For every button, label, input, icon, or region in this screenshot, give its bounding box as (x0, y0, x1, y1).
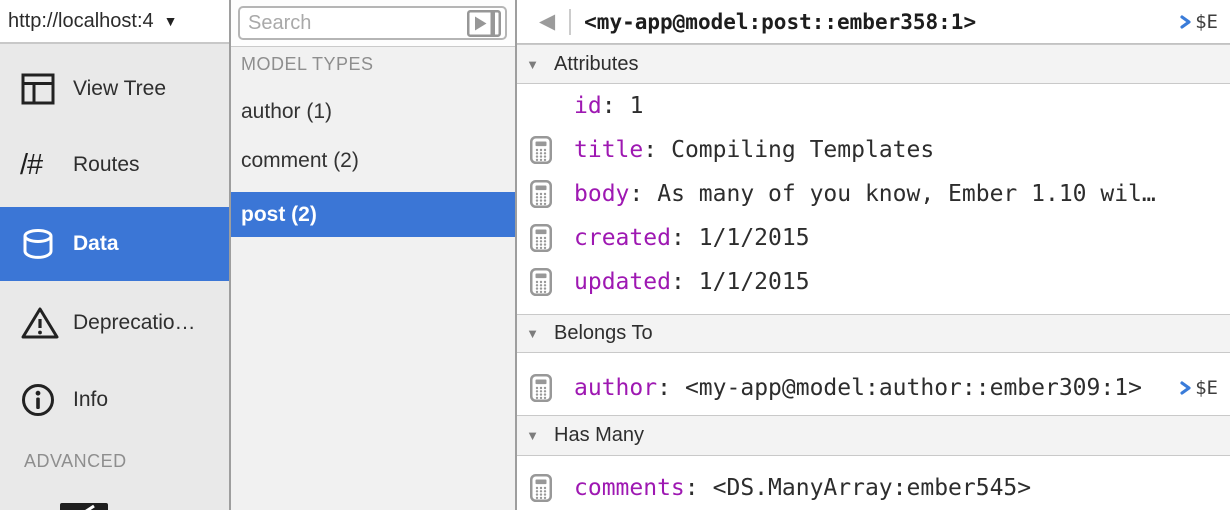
sidebar-item-data[interactable]: Data (0, 207, 229, 281)
model-types-panel: MODEL TYPES author (1) comment (2) post … (231, 0, 517, 510)
property-name: updated (574, 269, 671, 295)
calculator-icon (530, 374, 552, 402)
property-value: <DS.ManyArray:ember545> (713, 475, 1032, 501)
sidebar-item-label: Routes (73, 153, 140, 177)
section-header-attributes[interactable]: ▼ Attributes (517, 44, 1230, 84)
section-title: Has Many (554, 424, 644, 447)
calculator-icon (530, 474, 552, 502)
sidebar-item-view-tree[interactable]: View Tree (0, 52, 229, 126)
property-row-title[interactable]: title: Compiling Templates (517, 128, 1230, 172)
property-value: <my-app@model:author::ember309:1> (685, 375, 1142, 401)
model-types-header: MODEL TYPES (241, 54, 374, 75)
section-header-belongs-to[interactable]: ▼ Belongs To (517, 314, 1230, 353)
section-title: Belongs To (554, 322, 653, 345)
render-performance-icon[interactable] (60, 503, 108, 510)
property-value: Compiling Templates (671, 137, 934, 163)
separator: : (643, 137, 657, 163)
toolbar-divider (569, 9, 571, 35)
property-row-author[interactable]: author: <my-app@model:author::ember309:1>… (517, 366, 1230, 410)
sidebar-item-label: View Tree (73, 77, 166, 101)
collapse-triangle-icon[interactable]: ▼ (524, 428, 541, 443)
calculator-icon (530, 136, 552, 164)
property-value: As many of you know, Ember 1.10 wil… (657, 181, 1156, 207)
sidebar-item-info[interactable]: Info (0, 362, 229, 438)
search-input[interactable] (240, 12, 467, 35)
database-icon (20, 228, 60, 260)
property-value: 1/1/2015 (699, 225, 810, 251)
property-name: id (574, 93, 602, 119)
search-box (238, 6, 507, 40)
model-type-author[interactable]: author (1) (231, 90, 515, 134)
info-icon (20, 382, 60, 418)
sidebar-item-label: Info (73, 388, 108, 412)
send-to-console-button[interactable]: $E (1180, 377, 1218, 399)
property-value: 1/1/2015 (699, 269, 810, 295)
separator: : (657, 375, 671, 401)
context-url-dropdown[interactable]: http://localhost:4 ▼ (0, 0, 229, 44)
separator: : (685, 475, 699, 501)
calculator-icon (530, 224, 552, 252)
separator: : (671, 269, 685, 295)
advanced-section-label: ADVANCED (24, 451, 127, 472)
sidebar-item-label: Deprecatio… (73, 311, 196, 335)
console-variable-label: $E (1195, 377, 1218, 399)
property-name: body (574, 181, 629, 207)
property-row-created[interactable]: created:1/1/2015 (517, 216, 1230, 260)
send-to-console-button[interactable]: $E (1180, 11, 1218, 33)
property-row-comments[interactable]: comments: <DS.ManyArray:ember545> (517, 466, 1230, 510)
record-toolbar: ◀ <my-app@model:post::ember358:1> $E (517, 0, 1230, 44)
dropdown-caret-icon: ▼ (164, 13, 178, 29)
context-url: http://localhost:4 (8, 10, 154, 33)
collapse-triangle-icon[interactable]: ▼ (524, 326, 541, 341)
sidebar: View Tree /# Routes Data (0, 0, 231, 510)
property-name: author (574, 375, 657, 401)
warning-icon (20, 305, 60, 341)
search-toolbar (231, 0, 515, 47)
model-type-label: author (1) (241, 100, 332, 124)
collapse-panel-icon[interactable] (467, 10, 503, 37)
property-name: comments (574, 475, 685, 501)
routes-icon: /# (20, 149, 60, 182)
calculator-icon (530, 180, 552, 208)
sidebar-item-routes[interactable]: /# Routes (0, 128, 229, 202)
console-variable-label: $E (1195, 11, 1218, 33)
model-type-comment[interactable]: comment (2) (231, 139, 515, 183)
property-value: 1 (630, 93, 644, 119)
chevron-right-icon (1180, 15, 1191, 29)
ember-inspector: View Tree /# Routes Data (0, 0, 1230, 510)
separator: : (671, 225, 685, 251)
collapse-triangle-icon[interactable]: ▼ (524, 57, 541, 72)
property-row-updated[interactable]: updated:1/1/2015 (517, 260, 1230, 304)
model-type-label: comment (2) (241, 149, 359, 173)
record-inspector: ◀ <my-app@model:post::ember358:1> $E ▼ A… (517, 0, 1230, 510)
property-name: title (574, 137, 643, 163)
calculator-icon (530, 268, 552, 296)
separator: : (602, 93, 616, 119)
back-icon[interactable]: ◀ (539, 9, 555, 34)
chevron-right-icon (1180, 381, 1191, 395)
model-type-label: post (2) (241, 203, 317, 227)
model-type-post[interactable]: post (2) (231, 192, 515, 237)
record-title: <my-app@model:post::ember358:1> (584, 10, 976, 34)
property-row-body[interactable]: body: As many of you know, Ember 1.10 wil… (517, 172, 1230, 216)
view-tree-icon (20, 71, 60, 107)
property-row-id[interactable]: id:1 (517, 84, 1230, 128)
section-header-has-many[interactable]: ▼ Has Many (517, 415, 1230, 456)
sidebar-item-label: Data (73, 232, 119, 256)
section-title: Attributes (554, 53, 638, 76)
sidebar-item-deprecations[interactable]: Deprecatio… (0, 285, 229, 360)
property-name: created (574, 225, 671, 251)
separator: : (629, 181, 643, 207)
